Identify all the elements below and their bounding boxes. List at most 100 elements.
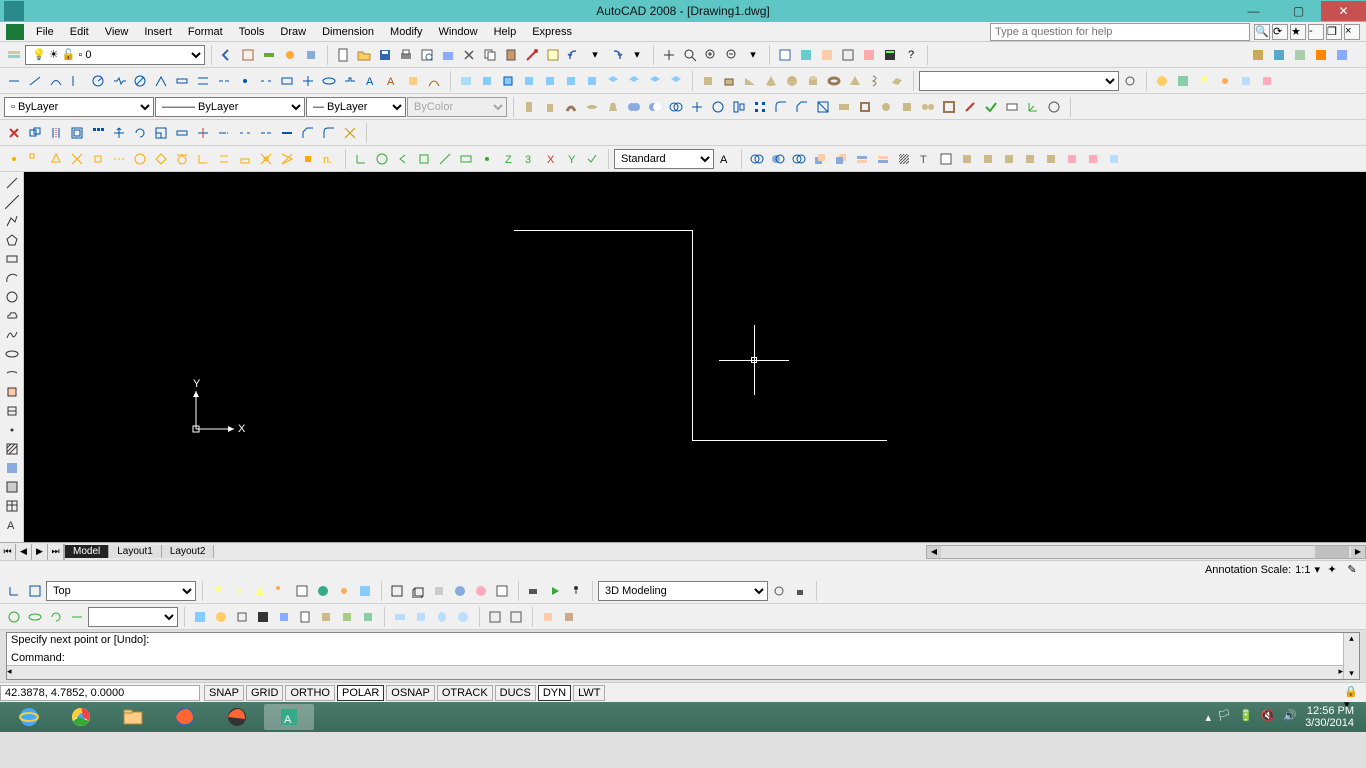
zoom-rt-button[interactable]: [680, 45, 700, 65]
view-nwiso-button[interactable]: [666, 71, 686, 91]
osnap-appint-button[interactable]: [88, 149, 108, 169]
osnap-none-button[interactable]: [298, 149, 318, 169]
offset-button[interactable]: [67, 123, 87, 143]
ucs-origin-button[interactable]: [477, 149, 497, 169]
save-button[interactable]: [375, 45, 395, 65]
draworder-front-button[interactable]: [810, 149, 830, 169]
subtract-button[interactable]: [645, 97, 665, 117]
color-dropdown[interactable]: ▫ ByLayer: [4, 97, 154, 117]
zoom-flyout-button[interactable]: ▾: [743, 45, 763, 65]
osnap-nearest-button[interactable]: [277, 149, 297, 169]
clean-button[interactable]: [960, 97, 980, 117]
inspection-button[interactable]: [319, 71, 339, 91]
lwt-toggle[interactable]: LWT: [573, 685, 605, 701]
solid-editing7[interactable]: [1083, 149, 1103, 169]
insert-block-button[interactable]: [2, 383, 22, 401]
move-button[interactable]: [109, 123, 129, 143]
line-button[interactable]: [2, 174, 22, 192]
cylinder-button[interactable]: [803, 71, 823, 91]
3dmove-button[interactable]: [687, 97, 707, 117]
mapping-planar-button[interactable]: [390, 607, 410, 627]
annotation-autoscale-button[interactable]: ✎: [1344, 562, 1360, 578]
render-button[interactable]: [1152, 71, 1172, 91]
osnap-from-button[interactable]: [4, 149, 24, 169]
taskbar-explorer[interactable]: [108, 704, 158, 730]
block-editor-button[interactable]: [543, 45, 563, 65]
draworder-above-button[interactable]: [852, 149, 872, 169]
open-button[interactable]: [354, 45, 374, 65]
extend-button[interactable]: [214, 123, 234, 143]
rotate-button[interactable]: [130, 123, 150, 143]
ducs-toggle[interactable]: DUCS: [495, 685, 536, 701]
section-plane-button[interactable]: [813, 97, 833, 117]
dim-angular-button[interactable]: [151, 71, 171, 91]
chamfer-button[interactable]: [298, 123, 318, 143]
ucs-world-button[interactable]: [372, 149, 392, 169]
tab-last-button[interactable]: ⏭: [48, 544, 64, 560]
workspace-dropdown[interactable]: 3D Modeling: [598, 581, 768, 601]
break-at-button[interactable]: [235, 123, 255, 143]
walk-dropdown[interactable]: [88, 607, 178, 627]
light-new-button[interactable]: [208, 581, 228, 601]
view-left-button[interactable]: [519, 71, 539, 91]
region-subtract-button[interactable]: [768, 149, 788, 169]
dim-quick-button[interactable]: [172, 71, 192, 91]
render-region-button[interactable]: [274, 607, 294, 627]
erase-button[interactable]: [4, 123, 24, 143]
render-window-button[interactable]: [253, 607, 273, 627]
dim-linear-button[interactable]: [4, 71, 24, 91]
dim-baseline-button[interactable]: [193, 71, 213, 91]
region-button[interactable]: [2, 478, 22, 496]
menu-window[interactable]: Window: [430, 24, 485, 40]
light-point-button[interactable]: [229, 581, 249, 601]
render-env-button[interactable]: [190, 607, 210, 627]
taskbar-firefox[interactable]: [160, 704, 210, 730]
centermark-button[interactable]: [298, 71, 318, 91]
loft-button[interactable]: [603, 97, 623, 117]
annotation-visibility-button[interactable]: ✦: [1324, 562, 1340, 578]
tray-chevron-icon[interactable]: ▴: [1206, 711, 1212, 724]
solid-editing6[interactable]: [1062, 149, 1082, 169]
cmd-vertical-scrollbar[interactable]: ▴▾: [1343, 633, 1359, 679]
otrack-toggle[interactable]: OTRACK: [437, 685, 493, 701]
gradient-button[interactable]: [2, 459, 22, 477]
tab-next-button[interactable]: ▶: [32, 544, 48, 560]
dim-radius-button[interactable]: [88, 71, 108, 91]
tray-flag-icon[interactable]: 🏳: [1217, 709, 1233, 725]
solid-editing4[interactable]: [1020, 149, 1040, 169]
planarsurf-button[interactable]: [887, 71, 907, 91]
designcenter-button[interactable]: [796, 45, 816, 65]
osnap-intersect-button[interactable]: [67, 149, 87, 169]
minimize-button[interactable]: —: [1231, 1, 1276, 21]
markup-button[interactable]: [859, 45, 879, 65]
solid-editing3[interactable]: [999, 149, 1019, 169]
dim-arc-button[interactable]: [46, 71, 66, 91]
table-button[interactable]: [2, 497, 22, 515]
toolpalette-button[interactable]: [817, 45, 837, 65]
mapping-sph-button[interactable]: [453, 607, 473, 627]
imprint-button[interactable]: [876, 97, 896, 117]
palette3-button[interactable]: [1290, 45, 1310, 65]
light-spot-button[interactable]: [250, 581, 270, 601]
cut-button[interactable]: [459, 45, 479, 65]
layer-prev-button[interactable]: [217, 45, 237, 65]
workspace-lock-button[interactable]: [790, 581, 810, 601]
tab-first-button[interactable]: ⏮: [0, 544, 16, 560]
array-button[interactable]: [88, 123, 108, 143]
taskbar-autocad[interactable]: A: [264, 704, 314, 730]
solid-editing8[interactable]: [1104, 149, 1124, 169]
tab-layout1[interactable]: Layout1: [109, 545, 162, 558]
torus-button[interactable]: [824, 71, 844, 91]
ucs-y-button[interactable]: Y: [561, 149, 581, 169]
3dfree-orbit-button[interactable]: [25, 607, 45, 627]
grid-toggle[interactable]: GRID: [246, 685, 284, 701]
taskbar-chrome[interactable]: [56, 704, 106, 730]
wipeout-button[interactable]: [936, 149, 956, 169]
workspace-extra-dropdown[interactable]: [919, 71, 1119, 91]
vs-realistic-button[interactable]: [450, 581, 470, 601]
helix-button[interactable]: [866, 71, 886, 91]
vs-3dhidden-button[interactable]: [429, 581, 449, 601]
polar-toggle[interactable]: POLAR: [337, 685, 384, 701]
vs-2dwire-button[interactable]: [387, 581, 407, 601]
rectangle-button[interactable]: [2, 250, 22, 268]
